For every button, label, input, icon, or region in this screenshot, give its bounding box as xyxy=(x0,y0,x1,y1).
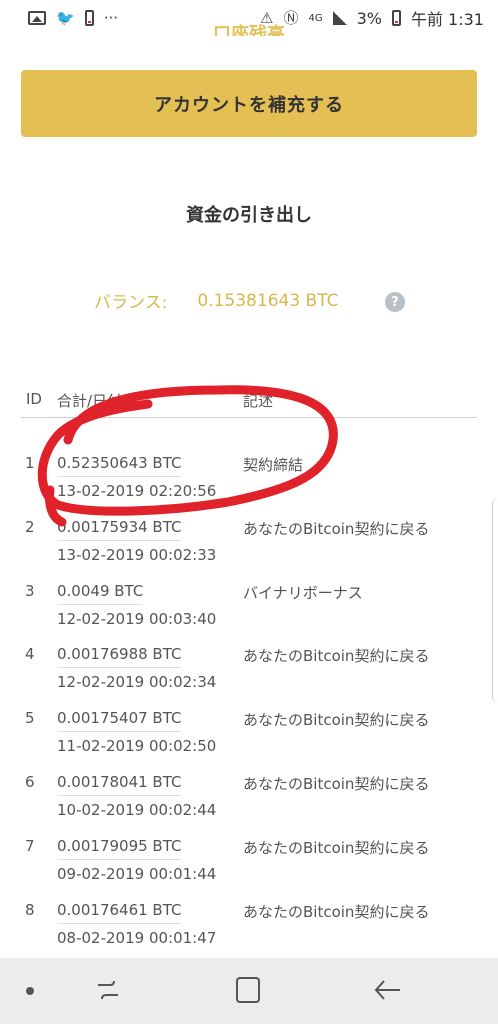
row-amount: 0.00178041 BTC xyxy=(57,773,182,796)
row-date: 12-02-2019 00:02:34 xyxy=(57,673,217,692)
row-amount: 0.52350643 BTC xyxy=(57,454,182,477)
table-header: ID 合計/日付 記述 xyxy=(21,390,477,418)
withdraw-title: 資金の引き出し xyxy=(186,205,312,226)
home-icon[interactable] xyxy=(236,977,260,1003)
row-id: 3 xyxy=(25,581,35,600)
row-date: 11-02-2019 00:02:50 xyxy=(57,737,217,756)
header-id: ID xyxy=(26,390,42,408)
balance-label: バランス: xyxy=(94,293,168,313)
row-note: 契約締結 xyxy=(243,456,304,474)
row-amount: 0.00176461 BTC xyxy=(57,901,182,924)
partial-section-title: 口座残高 xyxy=(213,24,285,36)
row-note: あなたのBitcoin契約に戻る xyxy=(243,711,430,730)
scroll-edge-handle[interactable] xyxy=(492,498,498,703)
row-note: あなたのBitcoin契約に戻る xyxy=(243,902,430,921)
table-row: 6 0.00178041 BTC 10-02-2019 00:02:44 あなた… xyxy=(21,767,477,831)
table-row: 7 0.00179095 BTC 09-02-2019 00:01:44 あなた… xyxy=(21,831,477,895)
row-date: 09-02-2019 00:01:44 xyxy=(57,864,217,883)
row-date: 13-02-2019 00:02:33 xyxy=(57,545,217,564)
row-amount: 0.00176988 BTC xyxy=(57,645,182,669)
table-row: 1 0.52350643 BTC 13-02-2019 02:20:56 契約締… xyxy=(21,448,477,512)
row-amount: 0.00179095 BTC xyxy=(57,837,182,860)
row-id: 1 xyxy=(25,454,35,472)
header-note: 記述 xyxy=(243,392,274,410)
balance-value: 0.15381643 BTC xyxy=(197,290,339,311)
row-id: 7 xyxy=(25,836,35,855)
row-id: 2 xyxy=(25,517,35,536)
nav-dot-icon[interactable] xyxy=(26,987,34,995)
row-date: 08-02-2019 00:01:47 xyxy=(57,928,217,947)
help-icon[interactable]: ? xyxy=(385,292,405,312)
nav-bar xyxy=(0,958,498,1024)
row-id: 8 xyxy=(25,900,35,919)
recent-apps-icon[interactable] xyxy=(94,976,122,1004)
table-row: 2 0.00175934 BTC 13-02-2019 00:02:33 あなた… xyxy=(21,512,477,576)
header-total: 合計/日付 xyxy=(57,392,123,410)
row-date: 10-02-2019 00:02:44 xyxy=(57,800,217,819)
table-row: 4 0.00176988 BTC 12-02-2019 00:02:34 あなた… xyxy=(21,639,477,703)
row-amount: 0.00175407 BTC xyxy=(57,709,182,733)
refill-account-button[interactable]: アカウントを補充する xyxy=(21,70,477,137)
row-id: 5 xyxy=(25,709,35,728)
balance-row: バランス: 0.15381643 BTC xyxy=(94,288,339,314)
row-note: あなたのBitcoin契約に戻る xyxy=(243,774,430,793)
row-note: あなたのBitcoin契約に戻る xyxy=(243,838,430,857)
transaction-list: 1 0.52350643 BTC 13-02-2019 02:20:56 契約締… xyxy=(21,448,477,958)
row-id: 6 xyxy=(25,772,35,791)
row-amount: 0.0049 BTC xyxy=(57,582,144,605)
row-id: 4 xyxy=(25,645,35,664)
row-date: 13-02-2019 02:20:56 xyxy=(57,482,217,500)
table-row: 8 0.00176461 BTC 08-02-2019 00:01:47 あなた… xyxy=(21,895,477,959)
row-note: バイナリボーナス xyxy=(243,583,363,602)
row-note: あなたのBitcoin契約に戻る xyxy=(243,647,430,666)
back-icon[interactable] xyxy=(372,976,402,1004)
row-amount: 0.00175934 BTC xyxy=(57,518,182,541)
table-row: 3 0.0049 BTC 12-02-2019 00:03:40 バイナリボーナ… xyxy=(21,576,477,640)
row-note: あなたのBitcoin契約に戻る xyxy=(243,519,430,538)
table-row: 5 0.00175407 BTC 11-02-2019 00:02:50 あなた… xyxy=(21,703,477,767)
row-date: 12-02-2019 00:03:40 xyxy=(57,609,217,628)
